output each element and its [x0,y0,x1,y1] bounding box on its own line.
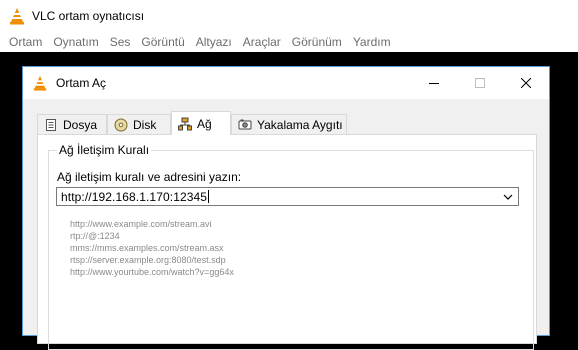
dialog-title: Ortam Aç [56,76,107,90]
menu-ortam[interactable]: Ortam [9,35,42,49]
chevron-down-icon[interactable] [502,190,514,204]
tab-yakalama-label: Yakalama Aygıtı [257,117,343,132]
window-title: VLC ortam oynatıcısı [32,9,145,23]
example-url: http://www.example.com/stream.avi [70,219,212,229]
tab-yakalama-aygiti[interactable]: Yakalama Aygıtı [231,114,347,134]
menu-yardim[interactable]: Yardım [353,35,391,49]
close-button[interactable] [503,67,549,99]
maximize-button[interactable] [457,67,503,99]
file-icon [46,118,56,131]
url-examples: http://www.example.com/stream.avi rtp://… [70,218,234,278]
menu-goruntu[interactable]: Görüntü [141,35,184,49]
menu-gorunum[interactable]: Görünüm [292,35,342,49]
network-protocol-group: Ağ İletişim Kuralı Ağ iletişim kuralı ve… [48,143,534,350]
network-tab-panel: Ağ İletişim Kuralı Ağ iletişim kuralı ve… [37,134,537,350]
network-url-combobox[interactable]: http://192.168.1.170:12345 [56,187,519,206]
open-media-dialog: Ortam Aç Dosya Disk Ağ Yakalama Aygıtı A… [22,66,550,350]
menu-bar: Ortam Oynatım Ses Görüntü Altyazı Araçla… [0,32,578,52]
tab-ag[interactable]: Ağ [171,111,231,135]
url-label: Ağ iletişim kuralı ve adresini yazın: [57,170,242,184]
example-url: rtp://@:1234 [70,231,120,241]
disc-icon [114,118,128,131]
dialog-titlebar[interactable]: Ortam Aç [23,67,549,99]
menu-araclar[interactable]: Araçlar [243,35,281,49]
tab-dosya[interactable]: Dosya [37,114,107,134]
group-title: Ağ İletişim Kuralı [57,143,152,157]
tab-dosya-label: Dosya [63,117,98,132]
example-url: http://www.yourtube.com/watch?v=gg64x [70,267,234,277]
tab-bar: Dosya Disk Ağ Yakalama Aygıtı [37,111,537,135]
capture-device-icon [238,119,252,129]
tab-disk[interactable]: Disk [107,114,171,134]
menu-ses[interactable]: Ses [110,35,131,49]
tab-ag-label: Ağ [197,116,212,131]
minimize-button[interactable] [411,67,457,99]
vlc-cone-icon [10,8,24,25]
example-url: mms://mms.examples.com/stream.asx [70,243,224,253]
vlc-cone-icon [33,75,47,91]
network-icon [178,117,192,130]
tab-disk-label: Disk [133,117,157,132]
main-titlebar: VLC ortam oynatıcısı [0,0,578,32]
menu-oynatim[interactable]: Oynatım [53,35,98,49]
network-url-value: http://192.168.1.170:12345 [61,189,208,204]
menu-altyazi[interactable]: Altyazı [196,35,232,49]
close-icon [521,78,531,88]
minimize-icon [429,83,439,84]
example-url: rtsp://server.example.org:8080/test.sdp [70,255,226,265]
text-caret [208,190,210,203]
maximize-icon [475,78,485,88]
